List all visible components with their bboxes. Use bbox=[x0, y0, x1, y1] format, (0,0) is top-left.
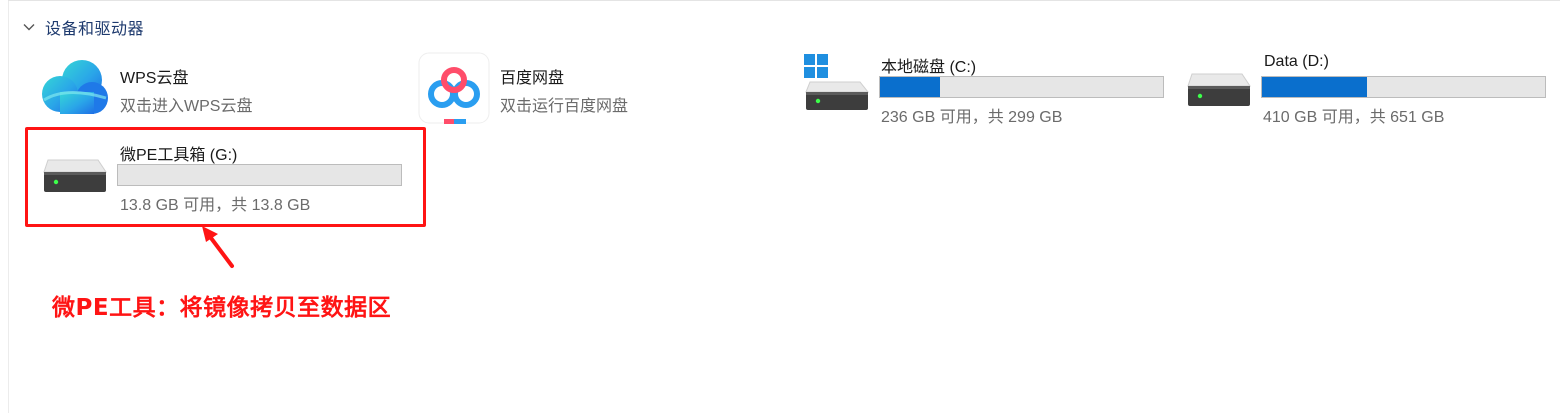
annotation-highlight-box bbox=[25, 127, 426, 227]
drive-c-usage-fill bbox=[880, 77, 940, 97]
drive-c-usage-text: 236 GB 可用，共 299 GB bbox=[881, 109, 1063, 126]
baidu-netdisk-item[interactable]: 百度网盘 双击运行百度网盘 bbox=[418, 52, 788, 124]
hard-drive-icon bbox=[1187, 73, 1251, 106]
annotation-text: 微PE工具：将镜像拷贝至数据区 bbox=[52, 295, 392, 321]
pane-left-edge bbox=[8, 0, 9, 413]
drive-c-usage-bar bbox=[879, 76, 1164, 98]
chevron-down-icon[interactable] bbox=[22, 20, 36, 34]
wps-cloud-icon bbox=[42, 60, 108, 114]
baidu-netdisk-icon bbox=[418, 52, 490, 124]
drive-c-name: 本地磁盘 (C:) bbox=[881, 59, 977, 76]
drive-d-usage-fill bbox=[1262, 77, 1367, 97]
system-drive-icon bbox=[804, 54, 870, 110]
baidu-netdisk-name: 百度网盘 bbox=[500, 70, 565, 87]
devices-section-header[interactable]: 设备和驱动器 bbox=[22, 14, 144, 40]
pane-top-edge bbox=[8, 0, 1560, 1]
drive-d-usage-bar bbox=[1261, 76, 1546, 98]
section-title: 设备和驱动器 bbox=[45, 21, 145, 38]
drive-d-name: Data (D:) bbox=[1264, 53, 1329, 70]
wps-cloud-item[interactable]: WPS云盘 双击进入WPS云盘 bbox=[36, 54, 406, 120]
drive-d-item[interactable]: Data (D:) 410 GB 可用，共 651 GB bbox=[1182, 50, 1552, 126]
annotation-arrow-icon bbox=[202, 226, 234, 268]
wps-cloud-name: WPS云盘 bbox=[120, 70, 189, 87]
drive-d-usage-text: 410 GB 可用，共 651 GB bbox=[1263, 109, 1445, 126]
drive-c-item[interactable]: 本地磁盘 (C:) 236 GB 可用，共 299 GB bbox=[800, 50, 1170, 126]
wps-cloud-subtitle: 双击进入WPS云盘 bbox=[120, 98, 253, 115]
baidu-netdisk-subtitle: 双击运行百度网盘 bbox=[500, 98, 629, 115]
